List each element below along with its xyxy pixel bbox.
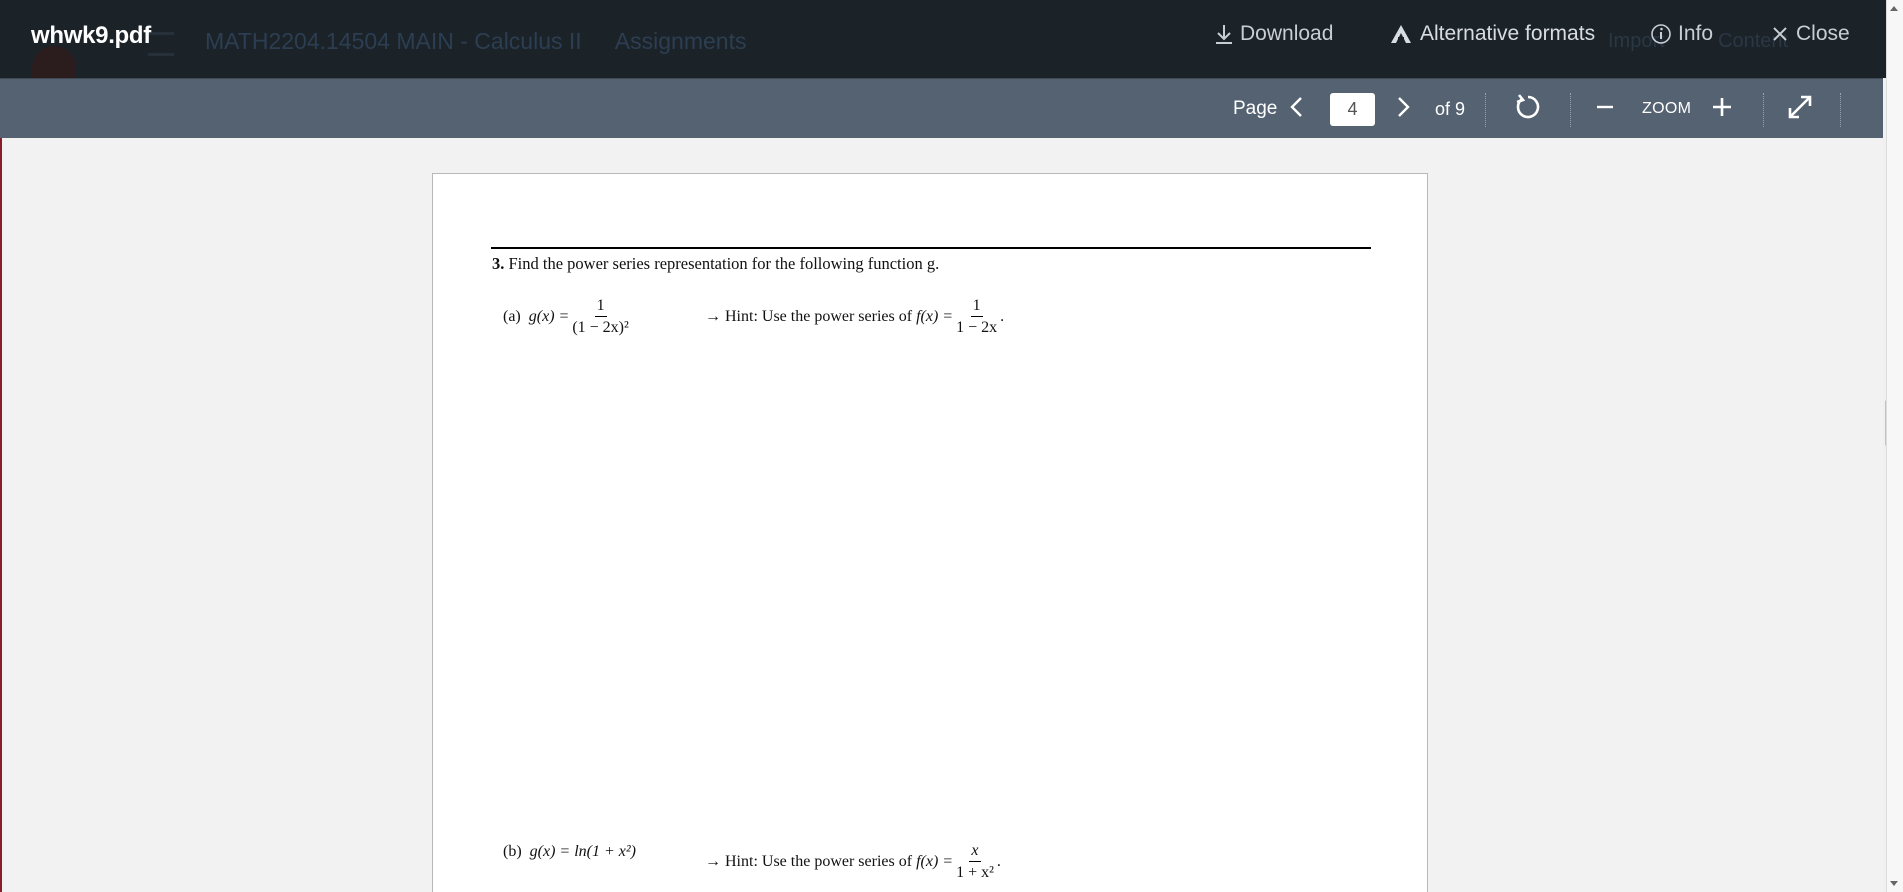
total-pages: of 9: [1435, 98, 1466, 119]
part-b-label: (b): [503, 843, 522, 860]
background-avatar: [32, 46, 76, 78]
toolbar-divider: [1840, 93, 1841, 127]
problem-text: Find the power series representation for…: [508, 254, 940, 273]
part-a-label: (a): [503, 308, 521, 325]
next-page-button[interactable]: [1392, 79, 1414, 139]
part-b-formula: g(x) = ln(1 + x²): [529, 843, 637, 860]
zoom-label: ZOOM: [1642, 100, 1692, 117]
problem-statement: 3. Find the power series representation …: [492, 254, 939, 274]
close-button[interactable]: Close: [1770, 22, 1850, 46]
download-button[interactable]: Download: [1214, 22, 1333, 46]
minus-icon: [1594, 96, 1616, 123]
part-a-hint-period: .: [1000, 308, 1005, 325]
rotate-icon: [1513, 92, 1543, 127]
part-b-expression: (b) g(x) = ln(1 + x²): [503, 843, 636, 861]
part-b-hint-lhs: f(x) =: [916, 853, 954, 870]
part-a-hint-denominator: 1 − 2x: [956, 319, 998, 336]
pdf-toolbar: Page of 9 ZOOM: [0, 78, 1883, 139]
part-a-fraction: 1 (1 − 2x)²: [572, 298, 628, 336]
document-viewport[interactable]: 3. Find the power series representation …: [0, 138, 1883, 892]
part-a-hint-fraction: 1 1 − 2x: [956, 298, 997, 336]
viewer-header: MATH2204.14504 MAIN - Calculus II Assign…: [0, 0, 1903, 78]
part-b-hint-fraction: x 1 + x²: [956, 843, 994, 881]
zoom-out-button[interactable]: [1594, 79, 1616, 139]
toolbar-divider: [1485, 93, 1486, 127]
plus-icon: [1710, 95, 1734, 124]
background-menu-icon: [148, 32, 174, 56]
part-a-hint-lhs: f(x) =: [916, 308, 954, 325]
part-a-denominator: (1 − 2x)²: [572, 319, 629, 336]
part-a-expression: (a) g(x) = 1 (1 − 2x)²: [503, 298, 632, 336]
info-icon: [1650, 23, 1672, 45]
alternative-formats-label: Alternative formats: [1420, 22, 1596, 45]
part-b-hint-period: .: [996, 853, 1001, 870]
page-number-input[interactable]: [1330, 93, 1375, 126]
page-label: Page: [1233, 98, 1278, 119]
alternative-formats-button[interactable]: Alternative formats: [1388, 22, 1595, 46]
zoom-in-button[interactable]: [1710, 79, 1734, 139]
page-scroll-up-icon[interactable]: [1890, 6, 1898, 11]
part-a-hint: → Hint: Use the power series of f(x) = 1…: [705, 298, 1004, 336]
page-rule: [491, 247, 1371, 249]
page-scroll-down-icon[interactable]: [1890, 881, 1898, 886]
download-label: Download: [1240, 22, 1334, 45]
alternative-formats-icon: [1388, 23, 1414, 45]
part-b-hint: → Hint: Use the power series of f(x) = x…: [705, 843, 1001, 881]
chevron-left-icon: [1286, 94, 1308, 125]
part-a-numerator: 1: [594, 298, 607, 317]
background-section-title: Assignments: [614, 28, 747, 54]
fullscreen-button[interactable]: [1786, 79, 1814, 139]
part-b-hint-numerator: x: [969, 843, 981, 862]
part-a-hint-text: → Hint: Use the power series of: [705, 308, 913, 325]
close-label: Close: [1796, 22, 1850, 45]
background-breadcrumb: MATH2204.14504 MAIN - Calculus II Assign…: [205, 28, 774, 55]
part-a-lhs: g(x) =: [528, 308, 570, 325]
part-a-hint-numerator: 1: [970, 298, 983, 317]
close-icon: [1770, 24, 1790, 44]
background-course-title: MATH2204.14504 MAIN - Calculus II: [205, 28, 582, 54]
previous-page-button[interactable]: [1286, 79, 1308, 139]
page-scrollbar[interactable]: [1886, 0, 1903, 892]
toolbar-divider: [1570, 93, 1571, 127]
pdf-page: 3. Find the power series representation …: [432, 173, 1428, 892]
background-edge: [0, 138, 2, 892]
expand-icon: [1786, 93, 1814, 126]
file-name: whwk9.pdf: [31, 22, 151, 49]
info-button[interactable]: Info: [1650, 22, 1713, 46]
toolbar-divider: [1763, 93, 1764, 127]
rotate-button[interactable]: [1513, 79, 1543, 139]
chevron-right-icon: [1392, 94, 1414, 125]
download-icon: [1214, 23, 1234, 45]
info-label: Info: [1678, 22, 1714, 45]
part-b-hint-denominator: 1 + x²: [956, 864, 994, 881]
part-b-hint-text: → Hint: Use the power series of: [705, 853, 913, 870]
problem-number: 3.: [492, 254, 505, 273]
